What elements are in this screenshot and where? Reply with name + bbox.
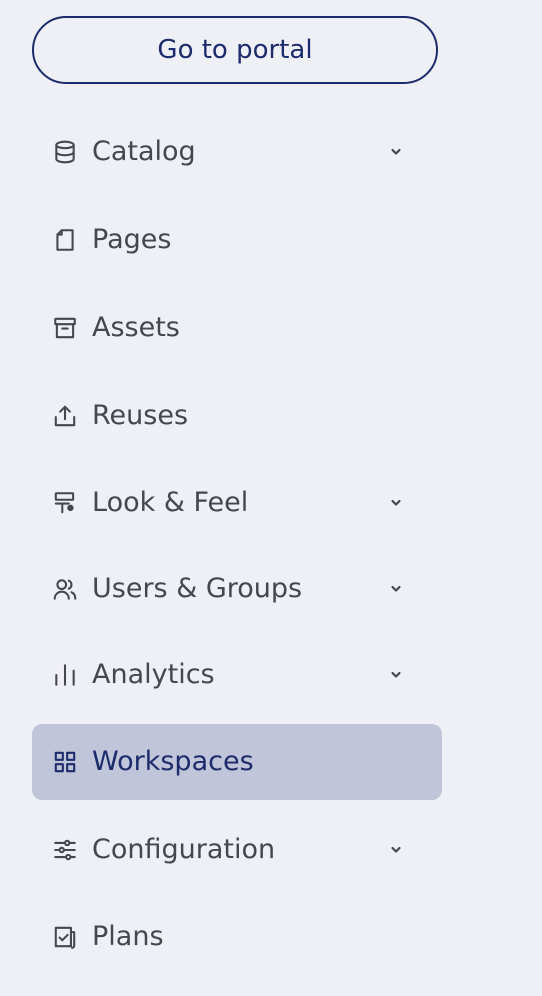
sidebar-item-label: Assets — [92, 312, 180, 343]
sidebar-item-assets[interactable]: Assets — [32, 290, 442, 366]
plan-checklist-icon — [52, 924, 78, 950]
sidebar-item-label: Look & Feel — [92, 487, 249, 518]
sidebar-item-label: Reuses — [92, 400, 189, 431]
sidebar-nav: Go to portal Catalog Pages Assets Reuses — [0, 0, 542, 996]
sidebar-item-analytics[interactable]: Analytics — [32, 637, 442, 713]
go-to-portal-label: Go to portal — [157, 35, 313, 65]
sidebar-item-label: Configuration — [92, 834, 276, 865]
sidebar-item-label: Users & Groups — [92, 573, 303, 604]
paint-roller-icon — [52, 490, 78, 516]
sidebar-item-label: Pages — [92, 224, 172, 255]
page-icon — [52, 227, 78, 253]
sidebar-item-pages[interactable]: Pages — [32, 202, 442, 278]
chevron-down-icon[interactable] — [388, 581, 404, 597]
archive-box-icon — [52, 315, 78, 341]
bar-chart-icon — [52, 662, 78, 688]
sliders-icon — [52, 837, 78, 863]
users-icon — [52, 576, 78, 602]
upload-icon — [52, 403, 78, 429]
sidebar-item-label: Analytics — [92, 659, 215, 690]
sidebar-item-reuses[interactable]: Reuses — [32, 378, 442, 454]
go-to-portal-button[interactable]: Go to portal — [32, 16, 438, 84]
chevron-down-icon[interactable] — [388, 842, 404, 858]
grid-icon — [52, 749, 78, 775]
sidebar-item-catalog[interactable]: Catalog — [32, 114, 442, 190]
chevron-down-icon[interactable] — [388, 495, 404, 511]
chevron-down-icon[interactable] — [388, 667, 404, 683]
sidebar-item-plans[interactable]: Plans — [32, 899, 442, 975]
sidebar-item-label: Workspaces — [92, 746, 254, 777]
sidebar-item-workspaces[interactable]: Workspaces — [32, 724, 442, 800]
sidebar-item-look-and-feel[interactable]: Look & Feel — [32, 465, 442, 541]
sidebar-item-configuration[interactable]: Configuration — [32, 812, 442, 888]
sidebar-item-users-and-groups[interactable]: Users & Groups — [32, 551, 442, 627]
chevron-down-icon[interactable] — [388, 144, 404, 160]
database-icon — [52, 139, 78, 165]
sidebar-item-label: Catalog — [92, 136, 196, 167]
sidebar-item-label: Plans — [92, 921, 164, 952]
